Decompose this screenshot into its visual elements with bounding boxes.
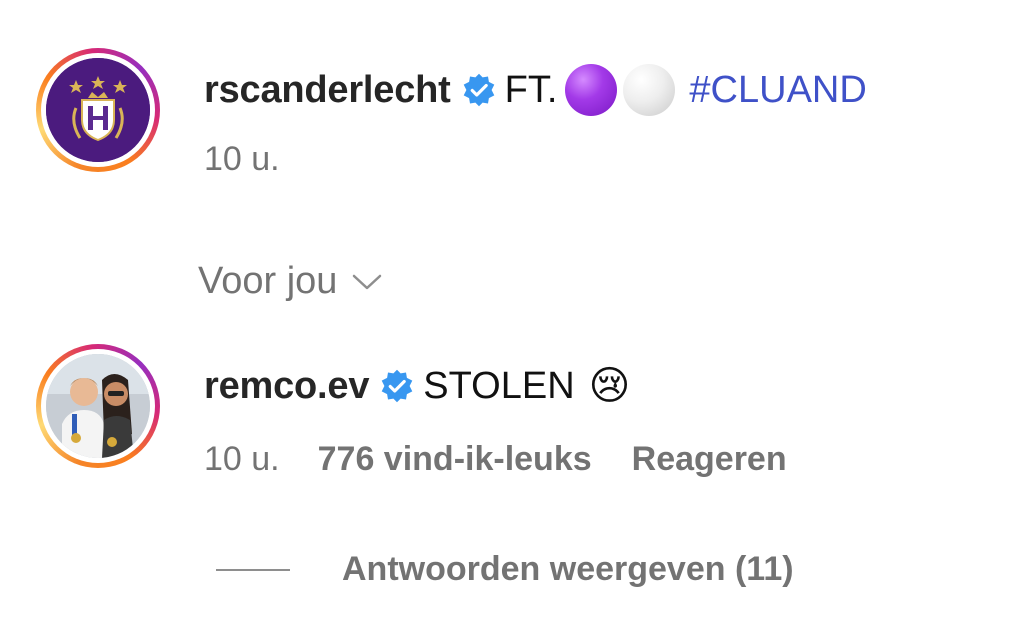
view-replies-button[interactable]: Antwoorden weergeven (11) [216, 550, 794, 589]
avatar-rscanderlecht[interactable] [36, 48, 160, 172]
comment-username[interactable]: rscanderlecht [204, 69, 451, 112]
comment-1-meta: 10 u. [204, 140, 280, 179]
hashtag-link[interactable]: #CLUAND [689, 69, 866, 112]
comment-2-meta: 10 u. 776 vind-ik-leuks Reageren [204, 440, 787, 479]
avatar-remco-ev[interactable] [36, 344, 160, 468]
purple-circle-emoji-icon [565, 64, 618, 116]
verified-badge-icon [379, 368, 415, 404]
anderlecht-crest-icon [46, 58, 150, 162]
comment-text: STOLEN [423, 364, 575, 407]
like-count[interactable]: 776 vind-ik-leuks [318, 440, 592, 479]
profile-photo-icon [46, 354, 150, 458]
replies-divider [216, 568, 290, 571]
reply-button[interactable]: Reageren [632, 440, 787, 479]
comment-sort-dropdown[interactable]: Voor jou [198, 260, 383, 303]
white-circle-emoji-icon [623, 64, 676, 116]
comment-username[interactable]: remco.ev [204, 365, 369, 408]
view-replies-label: Antwoorden weergeven (11) [342, 550, 794, 588]
crying-face-emoji-icon: 😢 [588, 364, 631, 408]
comment-time[interactable]: 10 u. [204, 440, 280, 479]
verified-badge-icon [461, 72, 497, 108]
comment-2-line: remco.ev STOLEN 😢 [204, 358, 630, 414]
chevron-down-icon [353, 274, 382, 289]
sort-label: Voor jou [198, 260, 338, 302]
comment-time[interactable]: 10 u. [204, 140, 280, 179]
comment-text: FT. [504, 68, 558, 111]
comment-1-line: rscanderlecht FT. #CLUAND [204, 62, 867, 118]
